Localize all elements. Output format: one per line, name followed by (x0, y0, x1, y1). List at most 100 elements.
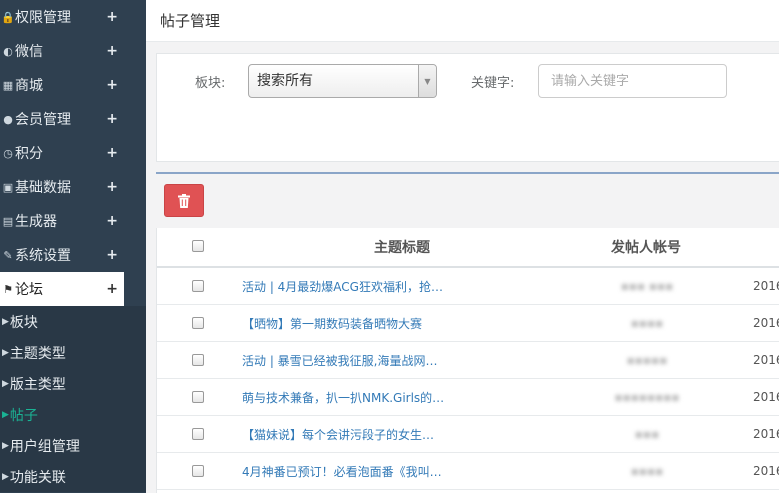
sidebar-item-6[interactable]: ▤ 生成器 + (0, 204, 146, 238)
lock-icon: 🔒 (1, 10, 15, 24)
board-select-value: 搜索所有 (257, 73, 313, 89)
row-checkbox[interactable] (192, 428, 204, 440)
sidebar-item-label: 生成器 (15, 214, 57, 230)
sidebar-item-label: 权限管理 (15, 10, 71, 26)
sidebar-item-8[interactable]: ⚑ 论坛 + (0, 272, 124, 306)
chevron-down-icon: ▼ (418, 65, 436, 97)
sidebar-item-3[interactable]: ● 会员管理 + (0, 102, 146, 136)
submenu-item-5[interactable]: ▶ 功能关联 (0, 461, 146, 492)
table-row: 【猫妹说】每个会讲污段子的女生… ▪▪▪ 2016 (157, 416, 779, 453)
post-date: 2016 (753, 316, 779, 330)
row-checkbox[interactable] (192, 391, 204, 403)
keyword-label: 关键字: (471, 76, 515, 91)
expand-plus-icon[interactable]: + (106, 43, 118, 59)
submenu-item-2[interactable]: ▶ 版主类型 (0, 368, 146, 399)
caret-right-icon: ▶ (2, 471, 9, 482)
row-checkbox[interactable] (192, 465, 204, 477)
sidebar-item-0[interactable]: 🔒 权限管理 + (0, 0, 146, 34)
submenu-item-label: 用户组管理 (9, 438, 80, 455)
sidebar-item-2[interactable]: ▦ 商城 + (0, 68, 146, 102)
trash-icon (178, 193, 190, 208)
expand-plus-icon[interactable]: + (106, 179, 118, 195)
submenu-item-4[interactable]: ▶ 用户组管理 (0, 430, 146, 461)
board-label: 板块: (195, 76, 226, 91)
clock-icon: ◷ (3, 146, 13, 160)
board-select[interactable]: 搜索所有 ▼ (248, 64, 437, 98)
main-content: 帖子管理 板块: 搜索所有 ▼ 关键字: 主题标题 发帖人帐号 活动 | 4月最… (146, 0, 779, 493)
sidebar-item-label: 积分 (15, 146, 43, 162)
table-row: 萌与技术兼备，扒一扒NMK.Girls的… ▪▪▪▪▪▪▪▪ 2016 (157, 379, 779, 416)
caret-right-icon: ▶ (2, 409, 9, 420)
sidebar-item-label: 系统设置 (15, 248, 71, 264)
column-header-title: 主题标题 (374, 240, 430, 256)
wechat-icon: ◐ (3, 44, 13, 58)
sidebar-item-5[interactable]: ▣ 基础数据 + (0, 170, 146, 204)
post-date: 2016 (753, 390, 779, 404)
post-title-link[interactable]: 萌与技术兼备，扒一扒NMK.Girls的… (242, 389, 452, 406)
caret-right-icon: ▶ (2, 316, 9, 327)
shop-icon: ▦ (2, 78, 14, 92)
post-title-link[interactable]: 活动 | 暴雪已经被我征服,海量战网… (242, 352, 452, 369)
table-body: 活动 | 4月最劲爆ACG狂欢福利，抢…▪▪▪ ▪▪▪2016【晒物】第一期数码… (157, 268, 779, 490)
sidebar-item-label: 基础数据 (15, 180, 71, 196)
submenu-item-label: 主题类型 (9, 345, 66, 362)
poster-account: ▪▪▪ ▪▪▪ (620, 279, 674, 293)
data-icon: ▣ (2, 180, 14, 194)
expand-plus-icon[interactable]: + (106, 111, 118, 127)
section-divider (156, 172, 779, 174)
delete-button[interactable] (164, 184, 204, 217)
post-date: 2016 (753, 353, 779, 367)
post-title-link[interactable]: 【猫妹说】每个会讲污段子的女生… (242, 426, 452, 443)
expand-plus-icon[interactable]: + (106, 213, 118, 229)
row-checkbox[interactable] (192, 280, 204, 292)
sidebar-item-4[interactable]: ◷ 积分 + (0, 136, 146, 170)
expand-plus-icon[interactable]: + (106, 281, 118, 297)
sidebar-item-1[interactable]: ◐ 微信 + (0, 34, 146, 68)
post-title-link[interactable]: 4月神番已预订！必看泡面番《我叫… (242, 463, 452, 480)
file-icon: ▤ (2, 214, 14, 228)
post-date: 2016 (753, 279, 779, 293)
posts-table: 主题标题 发帖人帐号 活动 | 4月最劲爆ACG狂欢福利，抢… ▪▪▪ ▪▪▪ 20… (156, 228, 779, 493)
table-row: 活动 | 4月最劲爆ACG狂欢福利，抢… ▪▪▪ ▪▪▪ 2016 (157, 268, 779, 305)
sidebar-item-label: 会员管理 (15, 112, 71, 128)
post-title-link[interactable]: 活动 | 4月最劲爆ACG狂欢福利，抢… (242, 278, 452, 295)
caret-right-icon: ▶ (2, 347, 9, 358)
sidebar-nav: 🔒 权限管理 + ◐ 微信 + ▦ 商城 + ● 会员管理 + ◷ 积分 + ▣ 基础数据 + ▤ 生成器 + ✎ 系统设置… (0, 0, 146, 306)
expand-plus-icon[interactable]: + (106, 247, 118, 263)
table-row: 4月神番已预订！必看泡面番《我叫… ▪▪▪▪ 2016 (157, 453, 779, 490)
post-date: 2016 (753, 427, 779, 441)
submenu-item-label: 帖子 (9, 407, 38, 424)
keyword-input[interactable] (538, 64, 727, 98)
submenu-item-label: 版主类型 (9, 376, 66, 393)
row-checkbox[interactable] (192, 317, 204, 329)
submenu-item-1[interactable]: ▶ 主题类型 (0, 337, 146, 368)
submenu-item-label: 功能关联 (9, 469, 66, 486)
filter-panel: 板块: 搜索所有 ▼ 关键字: (156, 53, 779, 162)
submenu-item-label: 板块 (9, 314, 38, 331)
post-title-link[interactable]: 【晒物】第一期数码装备晒物大赛 (242, 315, 452, 332)
table-row: 活动 | 暴雪已经被我征服,海量战网… ▪▪▪▪▪ 2016 (157, 342, 779, 379)
wrench-icon: ✎ (3, 248, 13, 262)
row-checkbox[interactable] (192, 354, 204, 366)
sidebar: 🔒 权限管理 + ◐ 微信 + ▦ 商城 + ● 会员管理 + ◷ 积分 + ▣ 基础数据 + ▤ 生成器 + ✎ 系统设置… (0, 0, 146, 493)
expand-plus-icon[interactable]: + (106, 145, 118, 161)
poster-account: ▪▪▪▪▪ (626, 353, 668, 367)
poster-account: ▪▪▪▪ (630, 316, 664, 330)
sidebar-item-label: 论坛 (15, 282, 43, 298)
submenu-item-3[interactable]: ▶ 帖子 (0, 399, 146, 430)
poster-account: ▪▪▪▪ (630, 464, 664, 478)
sidebar-item-label: 微信 (15, 44, 43, 60)
caret-right-icon: ▶ (2, 440, 9, 451)
expand-plus-icon[interactable]: + (106, 77, 118, 93)
submenu-item-0[interactable]: ▶ 板块 (0, 306, 146, 337)
expand-plus-icon[interactable]: + (106, 9, 118, 25)
sidebar-item-7[interactable]: ✎ 系统设置 + (0, 238, 146, 272)
forum-submenu: ▶ 板块 ▶ 主题类型 ▶ 版主类型 ▶ 帖子 ▶ 用户组管理 ▶ 功能关联 (0, 306, 146, 492)
page-title: 帖子管理 (160, 12, 221, 30)
select-all-checkbox[interactable] (192, 240, 204, 252)
table-row: 【晒物】第一期数码装备晒物大赛 ▪▪▪▪ 2016 (157, 305, 779, 342)
caret-right-icon: ▶ (2, 378, 9, 389)
column-header-user: 发帖人帐号 (611, 240, 681, 256)
poster-account: ▪▪▪ (634, 427, 660, 441)
post-date: 2016 (753, 464, 779, 478)
